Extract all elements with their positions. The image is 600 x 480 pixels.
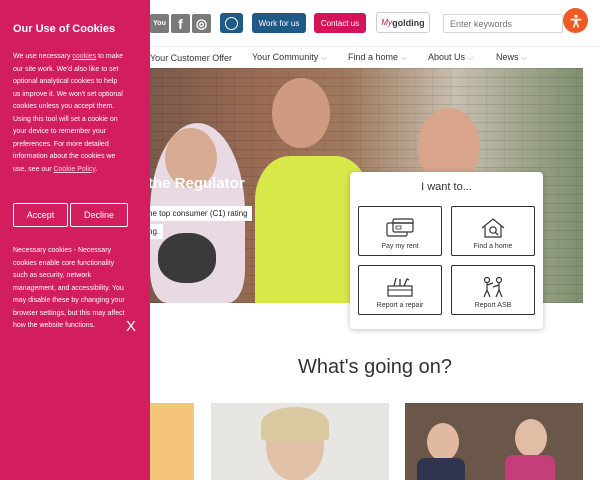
hero-dog xyxy=(158,233,216,283)
accessibility-toolbar-button[interactable] xyxy=(220,13,243,33)
nav-label: About Us xyxy=(428,52,466,62)
person-accessibility-icon xyxy=(570,14,581,28)
cookie-title: Our Use of Cookies xyxy=(13,23,116,35)
tile-label: Report a repair xyxy=(376,302,424,309)
news-person xyxy=(515,419,547,457)
social-links: You f ◎ xyxy=(150,14,211,33)
necessary-cookies-text: Necessary cookies - Necessary cookies en… xyxy=(13,247,125,329)
cookies-link[interactable]: cookies xyxy=(72,53,96,60)
accessibility-menu-button[interactable] xyxy=(563,8,588,33)
work-for-us-button[interactable]: Work for us xyxy=(252,13,306,33)
tile-label: Find a home xyxy=(473,243,513,250)
nav-item-community[interactable]: Your Community ⌵ xyxy=(252,52,327,63)
nav-item-customer-offer[interactable]: Your Customer Offer xyxy=(150,53,232,63)
hero-subtitle-2: ng. xyxy=(148,224,164,239)
hero-subtitle: he top consumer (C1) rating xyxy=(148,206,252,221)
chevron-down-icon: ⌵ xyxy=(521,55,527,62)
find-a-home-tile[interactable]: Find a home xyxy=(451,206,535,256)
main-nav: Your Customer Offer Your Community ⌵ Find… xyxy=(150,46,600,68)
people-conflict-icon xyxy=(483,276,503,298)
cookie-consent-panel: Our Use of Cookies We use necessary cook… xyxy=(0,0,150,480)
hero-person-face xyxy=(272,78,330,148)
my-golding-label: golding xyxy=(392,17,425,28)
section-heading: What's going on? xyxy=(298,356,452,378)
my-golding-my: My xyxy=(381,18,393,27)
accept-cookies-button[interactable]: Accept xyxy=(13,203,68,227)
news-person-body xyxy=(417,458,465,480)
nav-item-find-home[interactable]: Find a home ⌵ xyxy=(348,52,406,63)
hero-title: the Regulator xyxy=(148,175,245,192)
cookie-text-part: We use necessary xyxy=(13,53,73,60)
chevron-down-icon: ⌵ xyxy=(321,55,327,62)
instagram-icon[interactable]: ◎ xyxy=(192,14,211,33)
i-want-to-title: I want to... xyxy=(421,181,472,193)
house-search-icon xyxy=(481,218,505,238)
chevron-down-icon: ⌵ xyxy=(401,55,407,62)
pay-my-rent-tile[interactable]: Pay my rent xyxy=(358,206,442,256)
report-asb-tile[interactable]: Report ASB xyxy=(451,265,535,315)
search-input[interactable] xyxy=(443,14,563,33)
nav-item-about[interactable]: About Us ⌵ xyxy=(428,52,473,63)
chevron-down-icon: ⌵ xyxy=(468,55,474,62)
news-person xyxy=(427,423,459,461)
toolbox-icon xyxy=(387,277,413,297)
my-golding-button[interactable]: My golding xyxy=(376,12,430,33)
facebook-icon[interactable]: f xyxy=(171,14,190,33)
report-a-repair-tile[interactable]: Report a repair xyxy=(358,265,442,315)
news-person-hair xyxy=(261,407,329,441)
nav-label: Your Community xyxy=(252,52,319,62)
tile-label: Pay my rent xyxy=(381,243,419,250)
contact-us-button[interactable]: Contact us xyxy=(314,13,366,33)
tile-label: Report ASB xyxy=(474,302,512,309)
nav-item-news[interactable]: News ⌵ xyxy=(496,52,527,63)
nav-label: Your Customer Offer xyxy=(150,52,233,63)
close-icon[interactable]: X xyxy=(126,318,136,335)
news-card-image[interactable] xyxy=(405,403,583,480)
youtube-icon[interactable]: You xyxy=(150,14,169,33)
nav-label: News xyxy=(496,52,519,62)
cards-icon xyxy=(386,218,414,237)
accessibility-icon xyxy=(225,16,238,30)
cookie-policy-link[interactable]: Cookie Policy xyxy=(53,166,95,173)
cookie-text-part: to make our site work. We'd also like to… xyxy=(13,53,123,173)
cookie-text-part: . xyxy=(95,165,98,173)
i-want-to-panel: I want to... Pay my rent Find a home Rep… xyxy=(350,172,543,329)
news-card-image[interactable] xyxy=(211,403,389,480)
news-card-image[interactable] xyxy=(150,403,194,480)
cookie-description: We use necessary cookies to make our sit… xyxy=(13,51,125,176)
nav-label: Find a home xyxy=(348,52,399,62)
news-person-body xyxy=(505,455,555,480)
decline-cookies-button[interactable]: Decline xyxy=(70,203,128,227)
